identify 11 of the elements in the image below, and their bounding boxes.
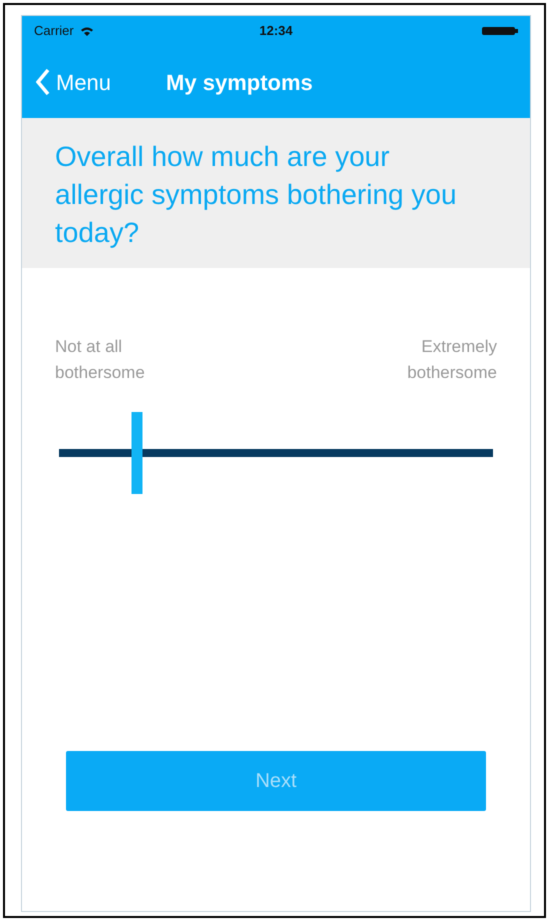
carrier-label: Carrier — [34, 22, 74, 40]
slider-thumb[interactable] — [132, 412, 143, 494]
wifi-icon — [80, 26, 94, 36]
question-text: Overall how much are your allergic symptoms bothering you today? — [55, 140, 458, 250]
status-time: 12:34 — [259, 22, 293, 40]
battery-icon — [482, 26, 518, 36]
back-button[interactable]: Menu — [36, 66, 112, 98]
min-label: Not at all bothersome — [55, 336, 146, 384]
nav-title: My symptoms — [166, 68, 313, 97]
chevron-left-icon — [36, 68, 50, 96]
max-label: Extremely bothersome — [406, 336, 497, 384]
